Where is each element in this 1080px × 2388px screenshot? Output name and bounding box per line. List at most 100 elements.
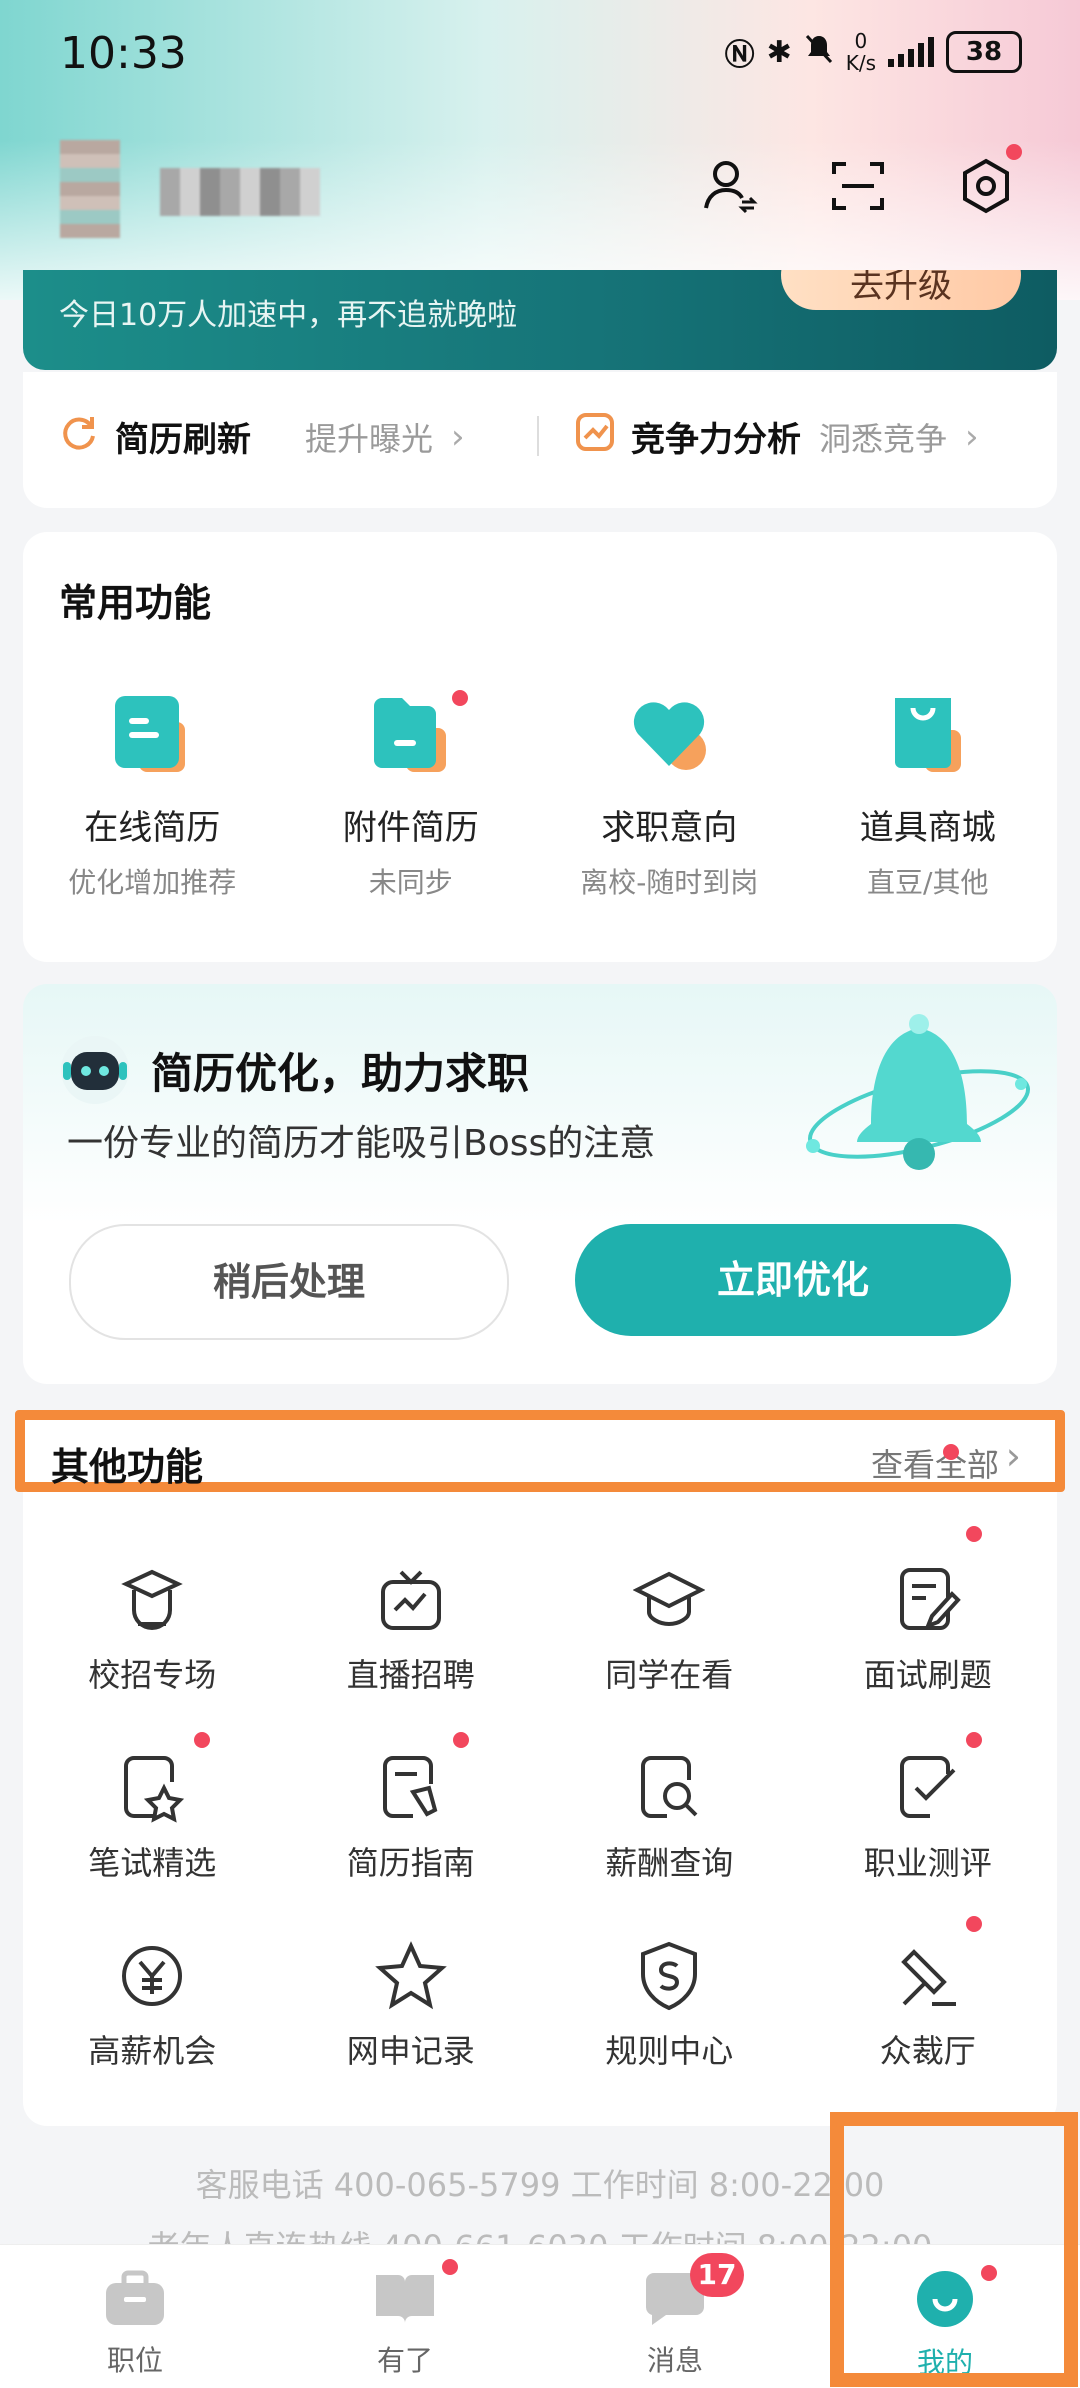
prop-mall-sub: 直豆/其他	[867, 866, 989, 899]
bottom-tab-bar: 职位 有了 17 消息 我的	[0, 2244, 1080, 2388]
resume-icon	[109, 692, 195, 778]
resume-guide-red-dot	[452, 1732, 469, 1748]
optimize-now-button[interactable]: 立即优化	[575, 1224, 1011, 1336]
career-red-dot	[965, 1732, 982, 1748]
vip-banner[interactable]: 去升级 今日10万人加速中，再不追就晚啦	[23, 270, 1057, 370]
resume-refresh-title: 简历刷新	[115, 420, 251, 460]
avatar[interactable]	[60, 140, 120, 238]
career-assessment[interactable]: 职业测评	[799, 1732, 1058, 1884]
messages-badge: 17	[690, 2253, 744, 2297]
common-functions-card: 常用功能 在线简历 优化增加推荐 附件简历 未同步 求职意向 离校-随时到岗 道…	[23, 532, 1057, 962]
edit-doc-icon	[892, 1526, 982, 1636]
classmates-watching[interactable]: 同学在看	[540, 1564, 799, 1696]
other-functions-row-1: 校招专场 直播招聘 同学在看 面试刷题	[23, 1526, 1058, 1696]
battery-level: 38	[965, 37, 1003, 67]
arbitration-hall-label: 众裁厅	[879, 2032, 976, 2070]
salary-query[interactable]: 薪酬查询	[540, 1752, 799, 1884]
scan-icon[interactable]	[822, 150, 894, 222]
chart-icon	[575, 412, 615, 461]
application-records-label: 网申记录	[346, 2032, 475, 2070]
campus-icon	[116, 1564, 188, 1636]
live-recruit[interactable]: 直播招聘	[282, 1564, 541, 1696]
divider	[537, 416, 539, 456]
resume-refresh[interactable]: 简历刷新 提升曝光 ›	[59, 412, 465, 461]
view-all-red-dot	[943, 1444, 959, 1460]
other-functions-title: 其他功能	[51, 1445, 204, 1489]
tab-jobs-label: 职位	[106, 2344, 163, 2377]
resume-optimize-card: 简历优化，助力求职 一份专业的简历才能吸引Boss的注意 稍后处理 立即优化	[23, 984, 1057, 1384]
written-test[interactable]: 笔试精选	[23, 1732, 282, 1884]
arbitration-red-dot	[965, 1916, 982, 1932]
interview-red-dot	[965, 1526, 982, 1542]
bell-mute-icon	[804, 33, 834, 72]
tab-mine-red-dot	[981, 2265, 997, 2281]
vip-banner-text: 今日10万人加速中，再不追就晚啦	[59, 298, 518, 333]
rules-center[interactable]: 规则中心	[540, 1940, 799, 2072]
net-speed-unit: K/s	[845, 51, 876, 75]
customer-service-phone[interactable]: 客服电话 400-065-5799 工作时间 8:00-22:00	[0, 2160, 1080, 2206]
settings-icon[interactable]	[950, 144, 1022, 222]
competitiveness-sub: 洞悉竞争	[819, 419, 948, 458]
salary-query-label: 薪酬查询	[605, 1844, 734, 1882]
campus-recruit[interactable]: 校招专场	[23, 1564, 282, 1696]
competitiveness-title: 竞争力分析	[631, 420, 801, 460]
upgrade-button[interactable]: 去升级	[781, 270, 1021, 310]
shop-bag-icon	[885, 692, 971, 778]
interview-practice-label: 面试刷题	[863, 1656, 992, 1694]
interview-practice[interactable]: 面试刷题	[799, 1526, 1058, 1696]
prop-mall-label: 道具商城	[859, 808, 996, 848]
application-records[interactable]: 网申记录	[282, 1940, 541, 2072]
common-functions-grid: 在线简历 优化增加推荐 附件简历 未同步 求职意向 离校-随时到岗 道具商城 直…	[23, 690, 1058, 901]
chevron-right-icon[interactable]: ›	[1006, 1434, 1021, 1478]
career-assessment-label: 职业测评	[863, 1844, 992, 1882]
tab-mine-label: 我的	[916, 2346, 973, 2379]
campus-recruit-label: 校招专场	[88, 1656, 217, 1694]
settings-red-dot	[1006, 144, 1022, 160]
star-icon	[374, 1940, 447, 2012]
status-icons: Ⓝ ✱ 0 K/s 38	[725, 30, 1022, 74]
tab-messages[interactable]: 17 消息	[540, 2245, 810, 2388]
resume-guide-label: 简历指南	[346, 1844, 475, 1882]
online-resume-label: 在线简历	[84, 808, 221, 848]
briefcase-icon	[104, 2269, 166, 2331]
high-salary[interactable]: 高薪机会	[23, 1940, 282, 2072]
attachment-resume[interactable]: 附件简历 未同步	[282, 690, 541, 901]
tab-messages-label: 消息	[646, 2344, 703, 2377]
high-salary-label: 高薪机会	[88, 2032, 217, 2070]
tab-mine[interactable]: 我的	[810, 2245, 1080, 2388]
bluetooth-icon: ✱	[766, 34, 792, 70]
attachment-resume-label: 附件简历	[342, 808, 479, 848]
status-time: 10:33	[60, 28, 187, 79]
quick-actions-card: 简历刷新 提升曝光 › 竞争力分析 洞悉竞争 ›	[23, 372, 1057, 508]
job-intention[interactable]: 求职意向 离校-随时到岗	[540, 692, 799, 901]
view-all-link[interactable]: 查看全部	[871, 1440, 999, 1486]
net-speed: 0 K/s	[846, 30, 876, 74]
tab-jobs[interactable]: 职位	[0, 2245, 270, 2388]
pen-doc-icon	[375, 1732, 469, 1824]
optimize-subtitle: 一份专业的简历才能吸引Boss的注意	[67, 1123, 656, 1164]
other-functions-row-2: 笔试精选 简历指南 薪酬查询 职业测评	[23, 1732, 1058, 1884]
search-doc-icon	[633, 1752, 705, 1824]
refresh-icon	[59, 412, 99, 461]
tab-youle[interactable]: 有了	[270, 2245, 540, 2388]
other-functions-header: 其他功能 查看全部 ›	[15, 1410, 1065, 1492]
signal-icon	[888, 37, 934, 67]
attachment-resume-sub: 未同步	[368, 866, 453, 899]
competitiveness-analysis[interactable]: 竞争力分析 洞悉竞争 ›	[575, 412, 979, 461]
handle-later-button[interactable]: 稍后处理	[69, 1224, 509, 1340]
username[interactable]	[160, 168, 320, 216]
classmates-watching-label: 同学在看	[605, 1656, 734, 1694]
star-doc-icon	[116, 1732, 211, 1824]
other-functions-row-3: 高薪机会 网申记录 规则中心 众裁厅	[23, 1916, 1058, 2072]
resume-guide[interactable]: 简历指南	[282, 1732, 541, 1884]
switch-identity-icon[interactable]	[694, 150, 766, 222]
robot-icon	[59, 1034, 131, 1110]
graduation-cap-icon	[632, 1564, 706, 1636]
prop-mall[interactable]: 道具商城 直豆/其他	[799, 692, 1058, 901]
job-intention-sub: 离校-随时到岗	[580, 866, 759, 899]
rules-center-label: 规则中心	[605, 2032, 734, 2070]
folder-icon	[368, 690, 468, 778]
shield-icon	[633, 1940, 705, 2012]
arbitration-hall[interactable]: 众裁厅	[799, 1916, 1058, 2072]
online-resume[interactable]: 在线简历 优化增加推荐	[23, 692, 282, 901]
